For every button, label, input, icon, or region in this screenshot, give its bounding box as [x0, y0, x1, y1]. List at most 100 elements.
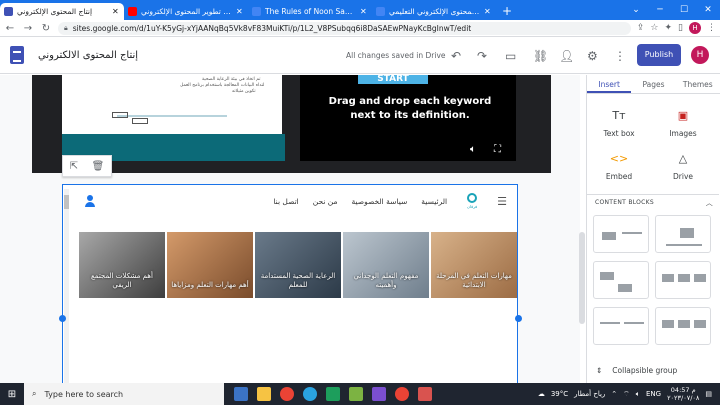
close-tab-icon[interactable]: ✕: [112, 7, 120, 16]
taskbar-search-input[interactable]: ⌕ Type here to search: [24, 383, 224, 405]
more-options-icon[interactable]: ⋮: [614, 49, 626, 63]
panel-scrollbar[interactable]: [579, 232, 585, 324]
layout-block[interactable]: [655, 307, 711, 345]
open-link-icon[interactable]: ⇱: [70, 161, 78, 172]
doc-text: تكوين مثيلاته: [232, 89, 256, 94]
volume-icon[interactable]: 🔈︎: [636, 390, 640, 399]
card-title: الرعاية الصحية المستدامة للمعلم: [260, 272, 336, 289]
fullscreen-icon[interactable]: ⛶: [494, 144, 501, 155]
layout-block[interactable]: [593, 261, 649, 299]
network-icon[interactable]: ⌔: [623, 390, 630, 399]
youtube-favicon-icon: [128, 7, 137, 16]
tab-themes[interactable]: Themes: [676, 75, 720, 93]
logo-text: فرقان: [467, 204, 478, 209]
reload-icon[interactable]: ↻: [40, 23, 52, 34]
nav-link-home[interactable]: الرئيسية: [421, 197, 447, 206]
sidebar-icon[interactable]: ▯: [678, 23, 683, 33]
forward-arrow-icon[interactable]: →: [22, 23, 34, 34]
insert-collapsible-group[interactable]: ⇕ Collapsible group: [596, 366, 677, 375]
telegram-icon[interactable]: [303, 387, 317, 401]
copy-link-icon[interactable]: ⛓: [533, 49, 548, 63]
layout-block[interactable]: [593, 307, 649, 345]
tab-pages[interactable]: Pages: [631, 75, 675, 93]
layout-block[interactable]: [655, 261, 711, 299]
profile-avatar[interactable]: H: [689, 22, 701, 34]
settings-gear-icon[interactable]: ⚙: [587, 49, 598, 63]
maximize-icon[interactable]: ☐: [672, 0, 696, 20]
recorder-icon[interactable]: [349, 387, 363, 401]
layout-block[interactable]: [655, 215, 711, 253]
article-card[interactable]: أهم مشكلات المجتمع الريفي: [79, 232, 165, 298]
article-card[interactable]: مهارات التعلم في المرحلة الابتدائية: [431, 232, 517, 298]
browser-tab[interactable]: دورة تطوير المحتوى الإلكتروني - YouTube …: [124, 3, 248, 20]
doc-box: [112, 112, 128, 118]
embed-scrollbar[interactable]: [64, 189, 69, 383]
back-arrow-icon[interactable]: ←: [4, 23, 16, 34]
powerpoint-icon[interactable]: [418, 387, 432, 401]
browser-tab[interactable]: أنواع المحتوى الإلكتروني التعليمي ✕: [372, 3, 496, 20]
task-view-icon[interactable]: [234, 387, 248, 401]
browser-tab[interactable]: إنتاج المحتوى الإلكتروني ✕: [0, 3, 124, 20]
embedded-document[interactable]: تم اتخاذ في بيئة الرعاية الصحية لتداه ال…: [62, 75, 282, 134]
publish-button[interactable]: Publish: [637, 44, 681, 66]
hamburger-menu-icon[interactable]: ☰: [497, 195, 507, 208]
menu-dots-icon[interactable]: ⋮: [707, 23, 716, 33]
account-avatar[interactable]: H: [691, 46, 709, 64]
content-blocks-header[interactable]: CONTENT BLOCKS ︿: [587, 194, 719, 208]
close-tab-icon[interactable]: ✕: [360, 7, 368, 16]
article-card[interactable]: الرعاية الصحية المستدامة للمعلم: [255, 232, 341, 298]
layout-block[interactable]: [593, 215, 649, 253]
chrome-icon[interactable]: [395, 387, 409, 401]
insert-text-box[interactable]: Tт Text box: [589, 109, 649, 138]
video-editor-icon[interactable]: [372, 387, 386, 401]
extensions-icon[interactable]: ✦: [665, 23, 673, 33]
volume-icon[interactable]: 🔈︎: [470, 144, 476, 155]
delete-trash-icon[interactable]: 🗑︎: [92, 161, 105, 172]
insert-item-label: Text box: [603, 129, 635, 138]
insert-embed[interactable]: <> Embed: [589, 152, 649, 181]
url-input[interactable]: 🔒︎ sites.google.com/d/1uY-K5yGj-xYjAANqB…: [58, 21, 631, 35]
new-tab-button[interactable]: +: [496, 4, 518, 20]
editor-canvas: تم اتخاذ في بيئة الرعاية الصحية لتداه ال…: [0, 75, 580, 383]
embedded-site[interactable]: ☰ فرقان الرئيسية سياسة الخصوصية من نحن ا…: [62, 184, 518, 383]
site-title[interactable]: إنتاج المحتوى الالكتروني: [38, 50, 138, 61]
close-window-icon[interactable]: ✕: [696, 0, 720, 20]
tab-search-icon[interactable]: ⌄: [624, 0, 648, 20]
resize-handle[interactable]: [515, 315, 522, 322]
redo-icon[interactable]: ↷: [477, 49, 487, 63]
article-card[interactable]: أهم مهارات التعلم ومزاياها: [167, 232, 253, 298]
nav-link-about[interactable]: من نحن: [313, 197, 338, 206]
card-title: أهم مهارات التعلم ومزاياها: [171, 281, 249, 289]
nav-link-contact[interactable]: اتصل بنا: [273, 197, 298, 206]
minimize-icon[interactable]: ─: [648, 0, 672, 20]
start-label[interactable]: START: [358, 75, 428, 84]
bookmark-star-icon[interactable]: ☆: [650, 23, 658, 33]
tab-insert[interactable]: Insert: [587, 75, 632, 93]
chrome-icon[interactable]: [280, 387, 294, 401]
camtasia-icon[interactable]: [326, 387, 340, 401]
windows-start-icon[interactable]: ⊞: [0, 389, 24, 400]
close-tab-icon[interactable]: ✕: [236, 7, 244, 16]
google-sites-logo-icon[interactable]: [10, 46, 24, 64]
preview-icon[interactable]: ▭: [505, 49, 516, 63]
file-explorer-icon[interactable]: [257, 387, 271, 401]
chevron-up-icon[interactable]: ︿: [706, 195, 713, 211]
embedded-video[interactable]: START Drag and drop each keyword next to…: [300, 75, 516, 161]
article-card[interactable]: مفهوم التعلم الوجداني وأهميته: [343, 232, 429, 298]
insert-drive[interactable]: △ Drive: [653, 152, 713, 181]
language-indicator[interactable]: ENG: [646, 390, 661, 398]
notifications-icon[interactable]: ▤: [705, 390, 712, 398]
tray-arrow-icon[interactable]: ⌃: [611, 390, 617, 398]
clock[interactable]: 04:57 م ٢٠٢٣/٠٧/٠٨: [667, 386, 699, 402]
user-account-icon[interactable]: [85, 195, 95, 207]
share-with-others-icon[interactable]: 👤︎: [559, 49, 574, 63]
close-tab-icon[interactable]: ✕: [484, 7, 492, 16]
insert-images[interactable]: ▣ Images: [653, 109, 713, 138]
undo-icon[interactable]: ↶: [451, 49, 461, 63]
search-icon: ⌕: [32, 389, 37, 398]
nav-link-privacy[interactable]: سياسة الخصوصية: [352, 197, 408, 206]
resize-handle[interactable]: [59, 315, 66, 322]
browser-tab[interactable]: The Rules of Noon Sakinah and Tanween ✕: [248, 3, 372, 20]
site-logo[interactable]: فرقان: [461, 191, 483, 211]
share-icon[interactable]: ⇪: [637, 23, 645, 33]
